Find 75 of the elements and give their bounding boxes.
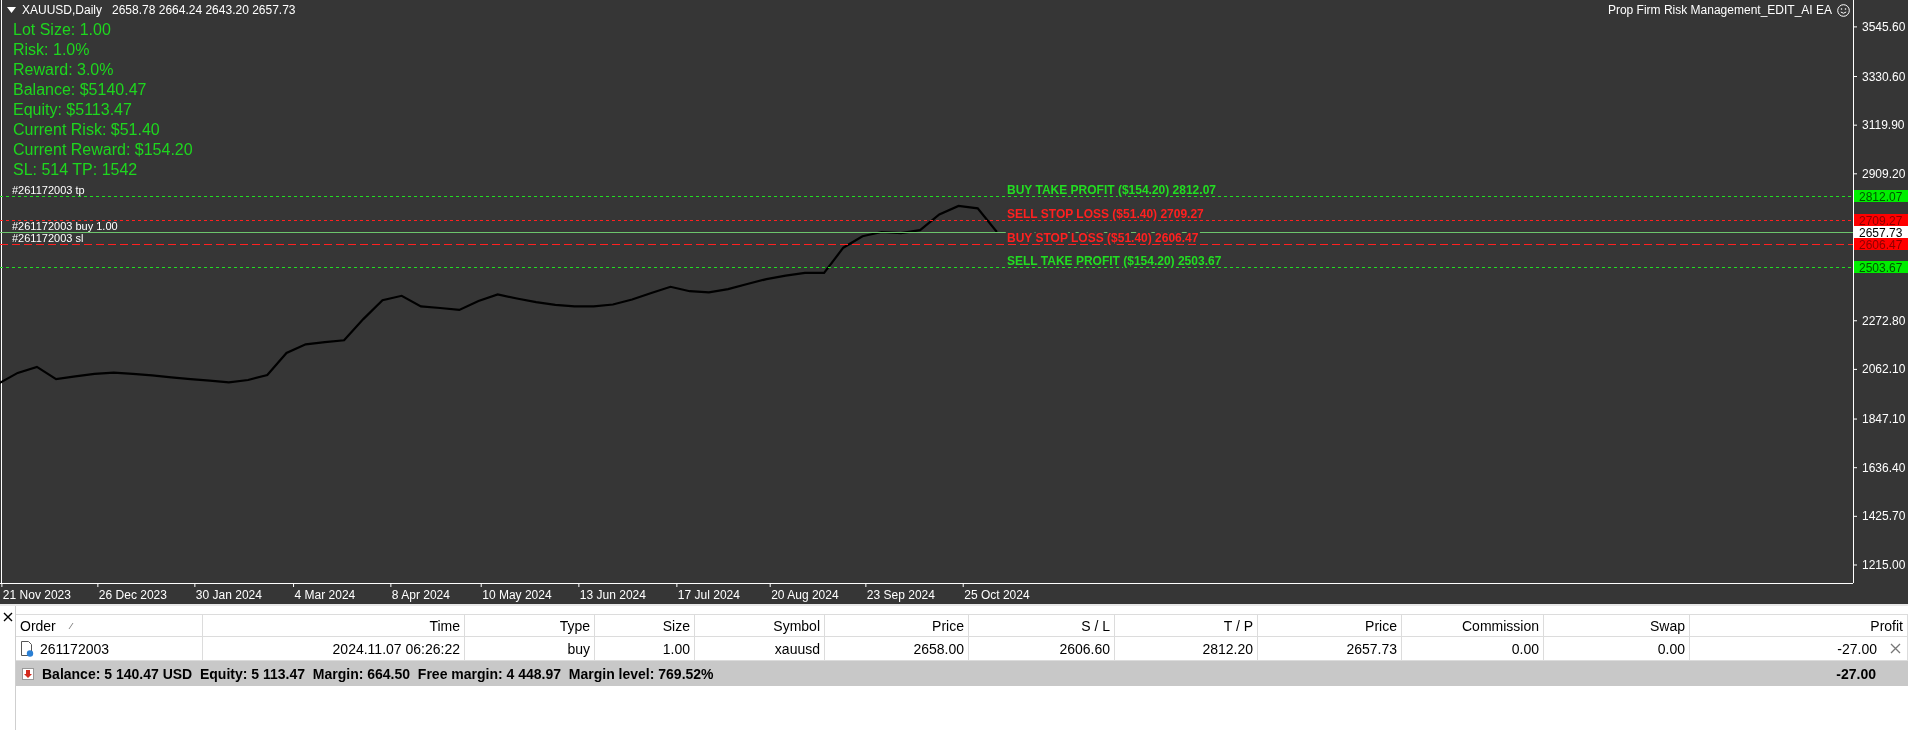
price-axis-label: 2062.10 bbox=[1862, 362, 1906, 377]
table-cell: 2812.20 bbox=[1202, 640, 1253, 657]
info-text: Risk: 1.0% bbox=[13, 40, 90, 60]
price-tag: 2657.73 bbox=[1854, 225, 1908, 240]
column-header[interactable]: Symbol bbox=[695, 614, 825, 637]
table-cell: 261172003 bbox=[40, 640, 110, 657]
info-text: Current Reward: $154.20 bbox=[13, 140, 193, 160]
date-axis-label: 25 Oct 2024 bbox=[964, 588, 1030, 602]
info-text: Lot Size: 1.00 bbox=[13, 20, 111, 40]
price-tag: 2812.07 bbox=[1854, 189, 1908, 204]
order-label: #261172003 tp bbox=[12, 183, 85, 196]
close-icon[interactable] bbox=[2, 612, 13, 622]
ohlc-values: 2658.78 2664.24 2643.20 2657.73 bbox=[112, 3, 296, 17]
column-header[interactable]: Commission bbox=[1402, 614, 1544, 637]
price-axis-label: 3545.60 bbox=[1862, 19, 1906, 34]
price-tag: 2709.27 bbox=[1854, 213, 1908, 228]
date-axis-label: 23 Sep 2024 bbox=[866, 588, 935, 602]
price-axis-label: 3330.60 bbox=[1862, 69, 1906, 84]
date-axis-label: 8 Apr 2024 bbox=[391, 588, 450, 602]
column-header[interactable]: Order bbox=[16, 614, 203, 637]
column-header[interactable]: T / P bbox=[1115, 614, 1258, 637]
date-axis-label: 20 Aug 2024 bbox=[771, 588, 839, 602]
date-axis-label: 30 Jan 2024 bbox=[195, 588, 262, 602]
order-label: #261172003 buy 1.00 bbox=[12, 219, 118, 232]
level-label: BUY STOP LOSS ($51.40) 2606.47 bbox=[1007, 230, 1199, 245]
price-tag: 2606.47 bbox=[1854, 237, 1908, 252]
info-text: SL: 514 TP: 1542 bbox=[13, 160, 138, 180]
price-axis-label: 1425.70 bbox=[1862, 509, 1906, 524]
column-header[interactable]: S / L bbox=[969, 614, 1115, 637]
chart-symbol: XAUUSD,Daily bbox=[22, 3, 102, 17]
info-text: Equity: $5113.47 bbox=[13, 100, 132, 120]
order-label: #261172003 sl bbox=[12, 231, 84, 244]
level-label: SELL STOP LOSS ($51.40) 2709.27 bbox=[1007, 206, 1204, 221]
date-axis-label: 10 May 2024 bbox=[482, 588, 552, 602]
price-tag: 2503.67 bbox=[1854, 260, 1908, 275]
table-cell: buy bbox=[567, 640, 590, 657]
document-icon bbox=[20, 640, 34, 657]
account-summary: Balance: 5 140.47 USD Equity: 5 113.47 Margin: 664.50 Free margin: 4 448.97 Margin level: 769.52% bbox=[42, 665, 714, 682]
table-cell: 2657.73 bbox=[1346, 640, 1397, 657]
price-axis-label: 1636.40 bbox=[1862, 460, 1906, 475]
column-header[interactable]: Profit bbox=[1690, 614, 1908, 637]
expert-name: Prop Firm Risk Management_EDIT_AI EA bbox=[1607, 3, 1832, 17]
table-cell: 2658.00 bbox=[913, 640, 964, 657]
total-profit: -27.00 bbox=[1836, 665, 1876, 682]
column-header[interactable]: Swap bbox=[1544, 614, 1690, 637]
date-axis-label: 13 Jun 2024 bbox=[579, 588, 646, 602]
table-cell: 0.00 bbox=[1657, 640, 1685, 657]
column-header[interactable]: Time bbox=[203, 614, 465, 637]
date-axis-label: 4 Mar 2024 bbox=[294, 588, 356, 602]
price-axis-label: 1847.10 bbox=[1862, 412, 1906, 427]
date-axis-label: 21 Nov 2023 bbox=[2, 588, 71, 602]
table-cell: 1.00 bbox=[662, 640, 690, 657]
table-cell: 2606.60 bbox=[1059, 640, 1110, 657]
column-header[interactable]: Type bbox=[465, 614, 595, 637]
level-label: BUY TAKE PROFIT ($154.20) 2812.07 bbox=[1007, 182, 1216, 197]
table-cell: 0.00 bbox=[1511, 640, 1539, 657]
arrow-down-icon bbox=[22, 667, 34, 680]
info-text: Current Risk: $51.40 bbox=[13, 120, 160, 140]
level-label: SELL TAKE PROFIT ($154.20) 2503.67 bbox=[1007, 253, 1222, 268]
dropdown-icon[interactable] bbox=[7, 7, 16, 13]
info-text: Balance: $5140.47 bbox=[13, 80, 147, 100]
table-cell: 2024.11.07 06:26:22 bbox=[332, 640, 460, 657]
column-header[interactable]: Price bbox=[825, 614, 969, 637]
info-text: Reward: 3.0% bbox=[13, 60, 114, 80]
table-cell: xauusd bbox=[774, 640, 820, 657]
table-cell: -27.00 bbox=[1837, 640, 1877, 657]
column-header[interactable]: Price bbox=[1258, 614, 1402, 637]
column-header[interactable]: Size bbox=[595, 614, 695, 637]
date-axis-label: 26 Dec 2023 bbox=[98, 588, 167, 602]
price-axis-label: 2909.20 bbox=[1862, 166, 1906, 181]
price-axis-label: 1215.00 bbox=[1862, 558, 1906, 572]
price-axis-label: 2272.80 bbox=[1862, 313, 1906, 328]
smiley-icon bbox=[1837, 3, 1850, 17]
price-axis-label: 3119.90 bbox=[1862, 118, 1905, 133]
date-axis-label: 17 Jul 2024 bbox=[677, 588, 740, 602]
